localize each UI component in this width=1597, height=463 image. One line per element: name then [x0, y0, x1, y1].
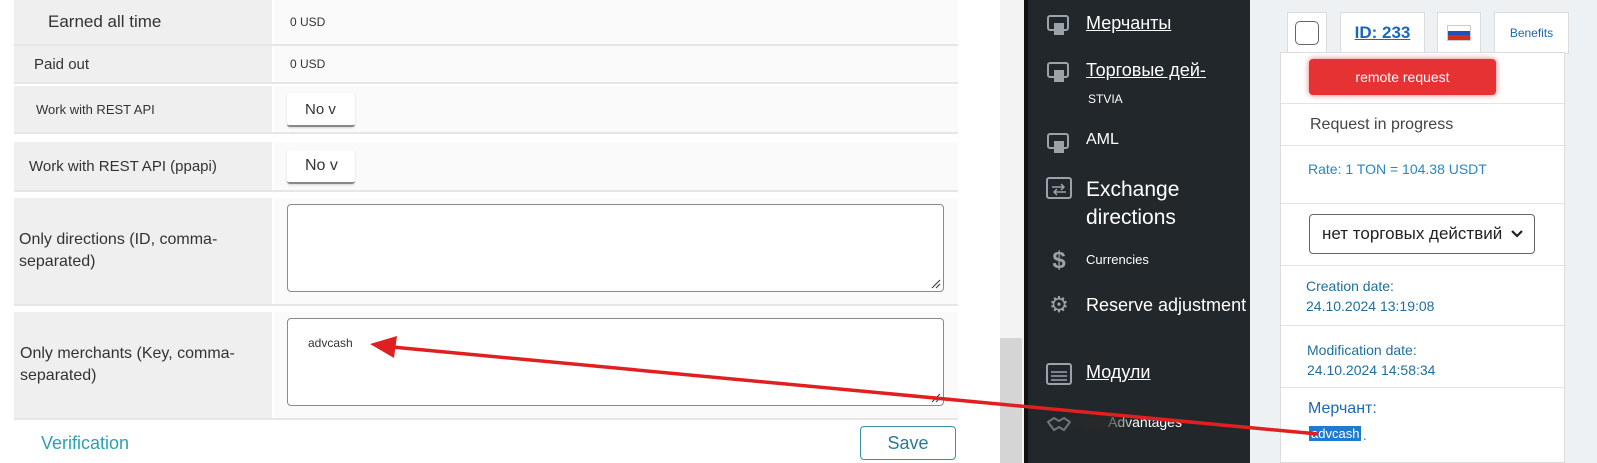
divider	[1281, 103, 1564, 104]
merchant-icon	[1047, 62, 1069, 82]
divider	[1281, 387, 1564, 388]
merchant-label: Мерчант:	[1308, 400, 1377, 417]
sidebar-item-exchange-directions[interactable]: Exchange directions	[1046, 176, 1250, 232]
sidebar-item-label: Reserve adjustment	[1086, 295, 1247, 315]
earned-all-time-row: Earned all time 0 USD	[14, 0, 958, 46]
save-button[interactable]: Save	[860, 426, 956, 460]
divider	[1281, 145, 1564, 146]
sidebar-item-aml[interactable]: AML	[1046, 131, 1119, 157]
trade-action-select[interactable]: нет торговых действий	[1309, 214, 1535, 254]
redaction-smudge	[1070, 412, 1130, 434]
rest-api-ppapi-row: Work with REST API (ppapi) No v	[14, 142, 958, 192]
verification-link[interactable]: Verification	[41, 433, 129, 454]
request-status: Request in progress	[1310, 116, 1454, 133]
only-merchants-cell: advcash	[274, 312, 958, 418]
merchant-icon	[1047, 133, 1069, 153]
exchange-window-icon	[1046, 177, 1072, 199]
screenshot-root: Earned all time 0 USD Paid out 0 USD Wor…	[0, 0, 1597, 463]
only-directions-textarea[interactable]	[287, 204, 944, 292]
sidebar-item-label: AML	[1086, 131, 1119, 148]
paid-out-value: 0 USD	[274, 46, 958, 82]
scrollbar-thumb[interactable]	[1000, 338, 1022, 463]
modification-date-label: Modification date:	[1307, 342, 1417, 358]
rest-api-label: Work with REST API	[14, 86, 272, 132]
merchant-suffix: .	[1363, 428, 1367, 443]
only-merchants-row: Only merchants (Key, comma-separated) ad…	[14, 312, 958, 420]
sidebar-item-currencies[interactable]: $ Currencies	[1046, 248, 1149, 274]
paid-out-label: Paid out	[14, 46, 272, 82]
resize-grip-icon[interactable]	[929, 277, 941, 289]
rest-api-row: Work with REST API No v	[14, 86, 958, 134]
trade-action-value: нет торговых действий	[1322, 224, 1503, 243]
sidebar-item-reserve-adjustment[interactable]: ⚙ Reserve adjustment	[1046, 293, 1246, 319]
language-flag-button[interactable]	[1437, 12, 1481, 54]
exchange-rate: Rate: 1 TON = 104.38 USDT	[1308, 161, 1487, 177]
sidebar-item-label: Exchange directions	[1086, 178, 1180, 229]
handshake-icon	[1046, 416, 1072, 432]
rest-api-ppapi-select[interactable]: No v	[287, 150, 355, 184]
creation-date: Creation date: 24.10.2024 13:19:08	[1306, 276, 1434, 316]
modification-date-value: 24.10.2024 14:58:34	[1307, 362, 1436, 378]
only-merchants-label: Only merchants (Key, comma-separated)	[14, 312, 272, 418]
settings-panel: Earned all time 0 USD Paid out 0 USD Wor…	[0, 0, 1000, 463]
rest-api-ppapi-label: Work with REST API (ppapi)	[14, 142, 272, 190]
only-directions-cell	[274, 198, 958, 304]
sidebar-item-merchants[interactable]: Мерчанты	[1046, 13, 1171, 39]
sidebar-item-modules[interactable]: Модули	[1046, 362, 1150, 388]
only-directions-label: Only directions (ID, comma-separated)	[14, 198, 272, 304]
dollar-icon: $	[1052, 247, 1066, 274]
rest-api-ppapi-cell: No v	[274, 142, 958, 190]
merchant-icon	[1047, 15, 1069, 35]
resize-grip-icon[interactable]	[929, 391, 941, 403]
earned-all-time-label: Earned all time	[14, 0, 272, 44]
russian-flag-icon	[1447, 25, 1471, 41]
creation-date-label: Creation date:	[1306, 278, 1394, 294]
gear-icon: ⚙	[1049, 292, 1069, 317]
benefits-link[interactable]: Benefits	[1494, 12, 1569, 54]
record-id-link[interactable]: ID: 233	[1340, 12, 1425, 54]
rest-api-select[interactable]: No v	[287, 93, 355, 127]
modules-window-icon	[1046, 363, 1072, 385]
rest-api-cell: No v	[274, 86, 958, 132]
only-merchants-textarea[interactable]: advcash	[287, 318, 944, 406]
sidebar-item-label: Currencies	[1086, 252, 1149, 267]
paid-out-row: Paid out 0 USD	[14, 46, 958, 84]
divider	[1281, 203, 1564, 204]
divider	[1281, 325, 1564, 326]
sidebar-item-trades[interactable]: Торговые дей-	[1046, 60, 1206, 86]
modification-date: Modification date: 24.10.2024 14:58:34	[1307, 340, 1435, 380]
sidebar-item-trades-subtext: STVIA	[1088, 92, 1123, 106]
sidebar-item-label: Торговые дей-	[1086, 60, 1206, 80]
earned-all-time-value: 0 USD	[274, 0, 958, 44]
chevron-down-icon	[1509, 226, 1525, 242]
select-checkbox[interactable]	[1287, 12, 1327, 54]
sidebar-item-label: Мерчанты	[1086, 13, 1172, 33]
divider	[1281, 265, 1564, 266]
checkbox-box[interactable]	[1295, 21, 1319, 45]
edge-link[interactable]	[0, 22, 6, 38]
only-merchants-text: advcash	[308, 336, 353, 350]
admin-sidebar: Мерчанты Торговые дей- AML Exchange dire…	[1024, 0, 1250, 463]
sidebar-item-label: Модули	[1086, 362, 1151, 382]
creation-date-value: 24.10.2024 13:19:08	[1306, 298, 1435, 314]
merchant-value: advcash	[1309, 426, 1362, 441]
remote-request-button[interactable]: remote request	[1309, 59, 1496, 95]
request-details-card: remote request Request in progress Rate:…	[1280, 52, 1565, 463]
only-directions-row: Only directions (ID, comma-separated)	[14, 198, 958, 306]
